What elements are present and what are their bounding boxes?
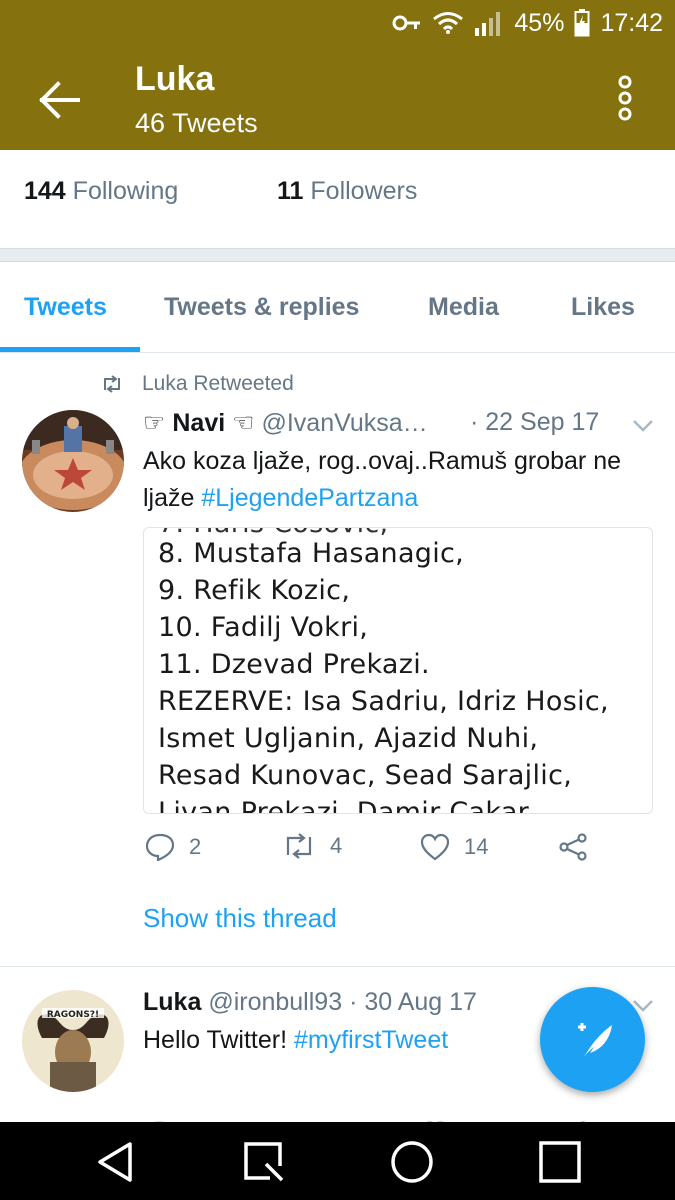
media-line: Resad Kunovac, Sead Sarajlic, xyxy=(158,760,573,791)
avatar-image: RAGONS?! xyxy=(22,990,124,1092)
followers-link[interactable]: 11 Followers xyxy=(277,177,417,206)
share-button[interactable] xyxy=(558,833,588,861)
avatar-image xyxy=(22,410,124,512)
following-label: Following xyxy=(72,177,179,205)
tweet-text: Ako koza ljaže, rog..ovaj..Ramuš grobar … xyxy=(143,443,653,517)
share-icon xyxy=(559,833,587,861)
system-navigation-bar xyxy=(0,1122,675,1200)
retweet-label: Luka Retweeted xyxy=(142,372,294,395)
reply-button[interactable]: 2 xyxy=(145,833,201,861)
svg-text:RAGONS?!: RAGONS?! xyxy=(47,1010,99,1020)
avatar[interactable] xyxy=(22,410,124,512)
chevron-down-icon[interactable] xyxy=(631,418,655,434)
tweet-count: 46 Tweets xyxy=(135,108,258,138)
tweet-author-handle[interactable]: @IvanVuksa… xyxy=(261,409,427,437)
tab-likes[interactable]: Likes xyxy=(571,293,635,322)
battery-charging-icon xyxy=(574,9,590,37)
heart-icon xyxy=(420,833,450,861)
following-link[interactable]: 144 Following xyxy=(24,177,178,206)
active-tab-indicator xyxy=(0,347,140,352)
nav-home-icon[interactable] xyxy=(388,1138,436,1186)
tab-media[interactable]: Media xyxy=(428,293,499,322)
status-bar: 45% 17:42 xyxy=(392,8,663,38)
tweet-divider xyxy=(0,966,675,967)
signal-icon xyxy=(475,12,501,36)
reply-count: 2 xyxy=(189,834,202,859)
tweet-media-image[interactable]: 7. Haris Cosovic, 8. Mustafa Hasanagic, … xyxy=(143,527,653,814)
like-button[interactable]: 14 xyxy=(420,833,488,861)
media-line: 10. Fadilj Vokri, xyxy=(158,612,369,643)
tab-tweets[interactable]: Tweets xyxy=(24,293,107,322)
media-line: Ismet Ugljanin, Ajazid Nuhi, xyxy=(158,723,539,754)
next-tweet-actions-peek xyxy=(0,1114,675,1122)
followers-count: 11 xyxy=(277,177,304,205)
nav-overview-icon[interactable] xyxy=(536,1138,584,1186)
profile-tabs: Tweets Tweets & replies Media Likes xyxy=(0,263,675,353)
key-icon xyxy=(392,15,421,31)
nav-back-icon[interactable] xyxy=(92,1138,140,1186)
clock: 17:42 xyxy=(600,8,663,37)
back-arrow-icon[interactable] xyxy=(38,80,82,120)
media-line: 11. Dzevad Prekazi. xyxy=(158,649,430,680)
media-line: REZERVE: Isa Sadriu, Idriz Hosic, xyxy=(158,686,609,717)
like-count: 14 xyxy=(464,834,489,859)
wifi-icon xyxy=(433,12,464,34)
tweet-author-handle[interactable]: @ironbull93 xyxy=(208,988,342,1016)
media-line: 8. Mustafa Hasanagic, xyxy=(158,538,465,569)
tweet-author-name[interactable]: ☞ Navi ☜ xyxy=(143,409,255,437)
compose-tweet-button[interactable] xyxy=(540,987,645,1092)
show-thread-link[interactable]: Show this thread xyxy=(143,903,337,934)
nav-recents-icon[interactable] xyxy=(240,1138,288,1186)
media-cut-line: Ljvan Prekazi, Damir Cakar xyxy=(158,797,530,814)
followers-label: Followers xyxy=(310,177,418,205)
tweet-date[interactable]: · 30 Aug 17 xyxy=(349,988,477,1016)
section-divider xyxy=(0,248,675,262)
compose-feather-icon xyxy=(577,1022,612,1057)
tweet-date[interactable]: · 22 Sep 17 xyxy=(470,408,599,437)
retweet-button[interactable]: 4 xyxy=(282,833,342,859)
avatar[interactable]: RAGONS?! xyxy=(22,990,124,1092)
tweet-actions: 2 4 14 xyxy=(0,833,675,873)
tab-tweets-replies[interactable]: Tweets & replies xyxy=(164,293,359,322)
retweet-icon xyxy=(104,375,120,393)
tweet-header: Luka @ironbull93 · 30 Aug 17 xyxy=(143,988,477,1017)
profile-name: Luka xyxy=(135,60,215,98)
following-count: 144 xyxy=(24,177,66,205)
hashtag-link[interactable]: #myfirstTweet xyxy=(294,1026,448,1054)
reply-icon xyxy=(145,833,175,861)
battery-percent: 45% xyxy=(514,8,565,37)
tweet-header: ☞ Navi ☜ @IvanVuksa… xyxy=(143,408,428,438)
app-bar: 45% 17:42 Luka 46 Tweets xyxy=(0,0,675,150)
tweet-body: Hello Twitter! xyxy=(143,1026,288,1054)
tweet-author-name[interactable]: Luka xyxy=(143,988,201,1016)
hashtag-link[interactable]: #LjegendePartzana xyxy=(201,484,418,512)
more-options-icon[interactable] xyxy=(610,74,640,124)
media-line: 9. Refik Kozic, xyxy=(158,575,351,606)
retweet-count: 4 xyxy=(330,833,343,858)
retweet-icon xyxy=(286,833,312,859)
retweet-context: Luka Retweeted xyxy=(100,372,294,396)
